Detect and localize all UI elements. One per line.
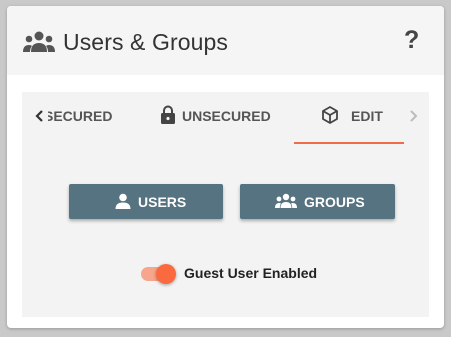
guest-user-toggle-label: Guest User Enabled — [184, 265, 318, 281]
tab-edit-label: EDIT — [351, 108, 383, 124]
users-groups-card: Users & Groups ? SECURED UNSECURED EDIT … — [7, 6, 444, 328]
chevron-right-icon[interactable] — [405, 106, 421, 126]
card-header: Users & Groups ? — [7, 6, 444, 75]
tab-secured-label: SECURED — [48, 108, 113, 124]
guest-user-toggle-row: Guest User Enabled — [141, 262, 341, 286]
content-panel: SECURED UNSECURED EDIT USERS GROUPS Gues… — [22, 92, 429, 317]
groups-icon — [23, 31, 55, 53]
chevron-left-icon[interactable] — [32, 106, 48, 126]
users-button-label: USERS — [138, 194, 187, 210]
groups-button[interactable]: GROUPS — [240, 184, 395, 219]
users-button[interactable]: USERS — [69, 184, 223, 219]
page-title: Users & Groups — [63, 29, 229, 55]
groups-icon — [275, 193, 297, 212]
active-tab-indicator — [294, 142, 404, 144]
person-icon — [115, 193, 131, 212]
toggle-knob[interactable] — [156, 264, 176, 284]
tab-unsecured-label: UNSECURED — [182, 108, 271, 124]
tab-secured[interactable]: SECURED — [48, 92, 118, 142]
tab-bar: SECURED UNSECURED EDIT — [22, 92, 429, 144]
tab-unsecured[interactable]: UNSECURED — [152, 92, 282, 142]
tab-edit[interactable]: EDIT — [294, 92, 404, 144]
lock-icon — [160, 105, 176, 128]
cube-icon — [320, 105, 340, 128]
groups-button-label: GROUPS — [304, 194, 365, 210]
help-icon[interactable]: ? — [404, 26, 419, 55]
